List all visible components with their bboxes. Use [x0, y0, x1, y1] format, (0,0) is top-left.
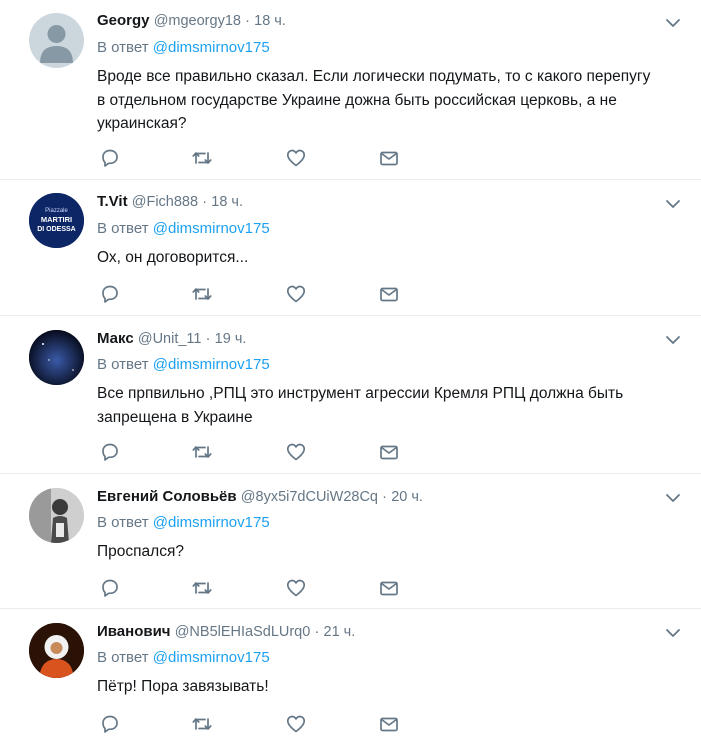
- author-name[interactable]: Georgy: [97, 12, 150, 29]
- avatar-photo[interactable]: [29, 330, 84, 385]
- author-name[interactable]: T.Vit: [97, 193, 128, 210]
- separator-dot: ·: [382, 489, 388, 505]
- tweet-actions: [97, 713, 417, 735]
- reply-prefix: В ответ: [97, 514, 153, 531]
- separator-dot: ·: [245, 13, 250, 29]
- tweet[interactable]: Макс @Unit_11 · 19 ч. В ответ @dimsmirno…: [0, 317, 701, 474]
- avatar-photo[interactable]: [29, 488, 84, 543]
- like-icon[interactable]: [285, 577, 309, 599]
- separator-dot: ·: [205, 331, 211, 347]
- author-handle[interactable]: @8yx5i7dCUiW28Cq: [241, 489, 378, 505]
- tweet[interactable]: Piazzale MARTIRI DI ODESSA T.Vit @Fich88…: [0, 181, 701, 316]
- reply-icon[interactable]: [99, 713, 123, 735]
- reply-prefix: В ответ: [97, 220, 153, 237]
- retweet-icon[interactable]: [191, 713, 215, 735]
- separator-dot: ·: [202, 194, 208, 210]
- avatar-sign-line: MARTIRI: [41, 215, 72, 224]
- author-handle[interactable]: @Fich888: [132, 194, 198, 210]
- message-icon[interactable]: [378, 577, 402, 599]
- timestamp[interactable]: 19 ч.: [215, 331, 247, 347]
- tweet-text: Ох, он договорится...: [97, 249, 249, 266]
- like-icon[interactable]: [285, 713, 309, 735]
- mention-link[interactable]: @dimsmirnov175: [153, 649, 270, 666]
- mention-link[interactable]: @dimsmirnov175: [153, 220, 270, 237]
- tweet-header: Евгений Соловьёв @8yx5i7dCUiW28Cq · 20 ч…: [97, 487, 423, 507]
- like-icon[interactable]: [285, 147, 309, 169]
- tweet-text: Вроде все правильно сказал. Если логичес…: [97, 68, 651, 132]
- chevron-down-icon[interactable]: [664, 14, 682, 32]
- tweet-actions: [97, 577, 417, 599]
- reply-icon[interactable]: [99, 283, 123, 305]
- tweet-actions: [97, 441, 417, 463]
- reply-to: В ответ @dimsmirnov175: [97, 513, 270, 533]
- author-handle[interactable]: @NB5lEHIaSdLUrq0: [175, 624, 311, 640]
- reply-icon[interactable]: [99, 441, 123, 463]
- message-icon[interactable]: [378, 283, 402, 305]
- like-icon[interactable]: [285, 283, 309, 305]
- timestamp[interactable]: 21 ч.: [324, 624, 356, 640]
- separator-dot: ·: [314, 624, 320, 640]
- mention-link[interactable]: @dimsmirnov175: [153, 356, 270, 373]
- mention-link[interactable]: @dimsmirnov175: [153, 39, 270, 56]
- avatar-default[interactable]: [29, 13, 84, 68]
- reply-icon[interactable]: [99, 147, 123, 169]
- tweet[interactable]: Евгений Соловьёв @8yx5i7dCUiW28Cq · 20 ч…: [0, 475, 701, 609]
- author-name[interactable]: Иванович: [97, 623, 171, 640]
- tweet-header: Иванович @NB5lEHIaSdLUrq0 · 21 ч.: [97, 622, 355, 642]
- like-icon[interactable]: [285, 441, 309, 463]
- author-handle[interactable]: @Unit_11: [138, 331, 202, 347]
- author-name[interactable]: Макс: [97, 330, 134, 347]
- timestamp[interactable]: 18 ч.: [254, 13, 286, 29]
- tweet-text: Проспался?: [97, 543, 184, 560]
- retweet-icon[interactable]: [191, 283, 215, 305]
- chevron-down-icon[interactable]: [664, 195, 682, 213]
- author-handle[interactable]: @mgeorgy18: [154, 13, 241, 29]
- avatar-sign-line: DI ODESSA: [37, 226, 76, 233]
- tweet[interactable]: Georgy @mgeorgy18 · 18 ч. В ответ @dimsm…: [0, 0, 701, 180]
- tweet-actions: [97, 283, 417, 305]
- retweet-icon[interactable]: [191, 577, 215, 599]
- retweet-icon[interactable]: [191, 147, 215, 169]
- tweet-header: T.Vit @Fich888 · 18 ч.: [97, 192, 243, 212]
- tweet[interactable]: Иванович @NB5lEHIaSdLUrq0 · 21 ч. В отве…: [0, 610, 701, 746]
- mention-link[interactable]: @dimsmirnov175: [153, 514, 270, 531]
- timestamp[interactable]: 20 ч.: [391, 489, 423, 505]
- tweet-header: Georgy @mgeorgy18 · 18 ч.: [97, 11, 286, 31]
- reply-to: В ответ @dimsmirnov175: [97, 219, 270, 239]
- chevron-down-icon[interactable]: [664, 624, 682, 642]
- tweet-header: Макс @Unit_11 · 19 ч.: [97, 329, 246, 349]
- tweet-actions: [97, 147, 417, 169]
- avatar-photo[interactable]: [29, 623, 84, 678]
- reply-prefix: В ответ: [97, 356, 153, 373]
- message-icon[interactable]: [378, 713, 402, 735]
- message-icon[interactable]: [378, 441, 402, 463]
- tweet-text: Пётр! Пора завязывать!: [97, 678, 269, 695]
- reply-to: В ответ @dimsmirnov175: [97, 648, 270, 668]
- chevron-down-icon[interactable]: [664, 331, 682, 349]
- chevron-down-icon[interactable]: [664, 489, 682, 507]
- reply-prefix: В ответ: [97, 649, 153, 666]
- reply-to: В ответ @dimsmirnov175: [97, 38, 270, 58]
- reply-prefix: В ответ: [97, 39, 153, 56]
- reply-to: В ответ @dimsmirnov175: [97, 355, 270, 375]
- tweet-text: Все прпвильно ,РПЦ это инструмент агресс…: [97, 385, 624, 426]
- author-name[interactable]: Евгений Соловьёв: [97, 488, 237, 505]
- avatar-sign-line: Piazzale: [45, 208, 68, 214]
- avatar-photo[interactable]: Piazzale MARTIRI DI ODESSA: [29, 193, 84, 248]
- timestamp[interactable]: 18 ч.: [211, 194, 243, 210]
- message-icon[interactable]: [378, 147, 402, 169]
- retweet-icon[interactable]: [191, 441, 215, 463]
- reply-icon[interactable]: [99, 577, 123, 599]
